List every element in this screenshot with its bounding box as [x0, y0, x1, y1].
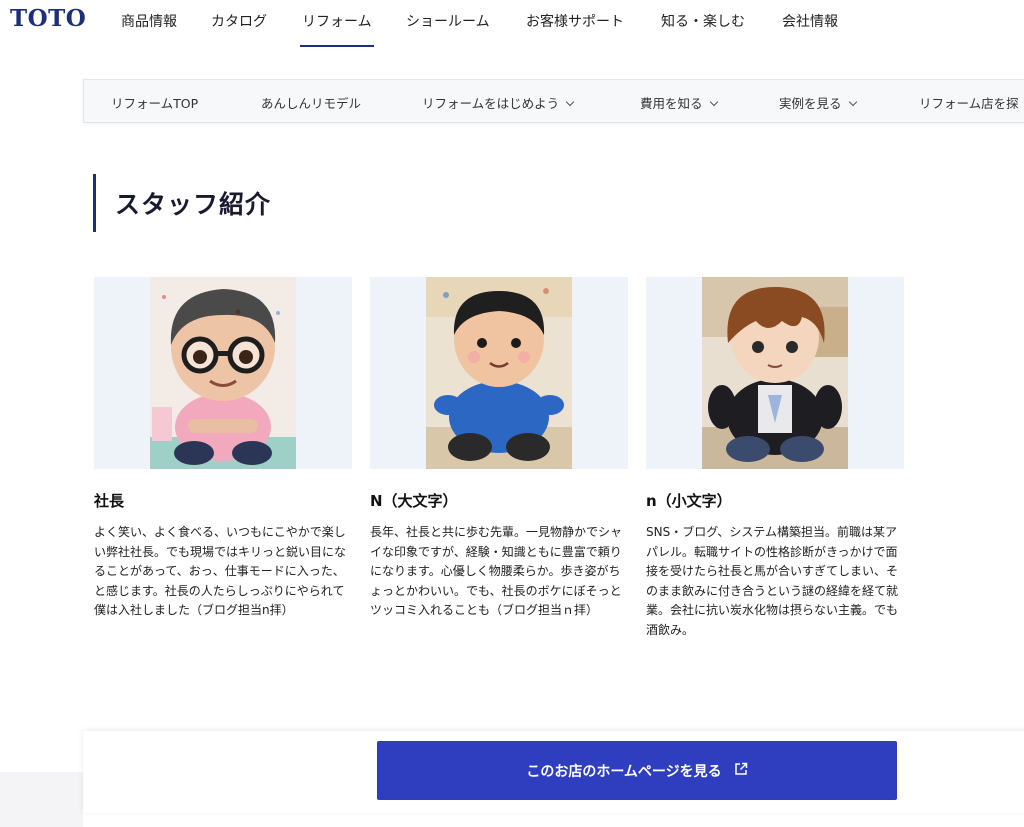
nav-item-products[interactable]: 商品情報	[121, 11, 177, 31]
title-accent-bar	[93, 174, 96, 232]
nav-item-company[interactable]: 会社情報	[782, 11, 838, 31]
reform-subnav: リフォームTOP あんしんリモデル リフォームをはじめよう 費用を知る 実例を見…	[83, 79, 1024, 123]
staff-description: SNS・ブログ、システム構築担当。前職は某アパレル。転職サイトの性格診断がきっか…	[646, 525, 899, 637]
plush-doll-black-jacket-illustration	[702, 277, 848, 469]
nav-item-support[interactable]: お客様サポート	[526, 11, 624, 31]
plush-doll-blue-shirt-illustration	[426, 277, 572, 469]
global-header: TOTO 商品情報 カタログ リフォーム ショールーム お客様サポート 知る・楽…	[0, 0, 1024, 47]
page-title: スタッフ紹介	[115, 190, 272, 219]
staff-card: 社長 よく笑い、よく食べる、いつもにこやかで楽しい弊社社長。でも現場ではキリっと…	[94, 277, 352, 621]
external-link-icon	[734, 762, 748, 780]
subnav-label: 費用を知る	[640, 96, 703, 111]
subnav-item-reform-top[interactable]: リフォームTOP	[111, 93, 198, 112]
chevron-down-icon	[848, 97, 857, 107]
staff-photo-n-upper	[370, 277, 628, 469]
staff-card: N（大文字） 長年、社長と共に歩む先輩。一見物静かでシャイな印象ですが、経験・知…	[370, 277, 628, 621]
staff-name: n（小文字）	[646, 492, 732, 510]
plush-doll-glasses-illustration	[150, 277, 296, 469]
nav-item-reform[interactable]: リフォーム	[300, 11, 374, 47]
toto-logo[interactable]: TOTO	[10, 5, 86, 32]
staff-name: 社長	[94, 492, 125, 510]
subnav-label: 実例を見る	[779, 96, 842, 111]
store-homepage-label: このお店のホームページを見る	[526, 763, 722, 780]
staff-description: 長年、社長と共に歩む先輩。一見物静かでシャイな印象ですが、経験・知識ともに豊富で…	[370, 525, 623, 617]
staff-description: よく笑い、よく食べる、いつもにこやかで楽しい弊社社長。でも現場ではキリっと鋭い目…	[94, 525, 347, 617]
chevron-down-icon	[565, 97, 575, 107]
subnav-item-find-store[interactable]: リフォーム店を探	[919, 93, 1019, 112]
staff-photo-president	[94, 277, 352, 469]
staff-name: N（大文字）	[370, 492, 458, 510]
subnav-item-anshin-remodel[interactable]: あんしんリモデル	[261, 93, 361, 112]
staff-card: n（小文字） SNS・ブログ、システム構築担当。前職は某アパレル。転職サイトの性…	[646, 277, 904, 640]
nav-item-enjoy[interactable]: 知る・楽しむ	[661, 11, 745, 31]
store-homepage-button[interactable]: このお店のホームページを見る	[377, 741, 897, 800]
subnav-item-costs[interactable]: 費用を知る	[640, 93, 718, 112]
footer-shade	[0, 772, 83, 827]
staff-photo-n-lower	[646, 277, 904, 469]
subnav-label: リフォームをはじめよう	[422, 96, 560, 111]
subnav-item-getting-started[interactable]: リフォームをはじめよう	[422, 93, 575, 112]
nav-item-showroom[interactable]: ショールーム	[406, 11, 490, 31]
subnav-item-examples[interactable]: 実例を見る	[779, 93, 857, 112]
chevron-down-icon	[709, 97, 718, 107]
nav-item-catalog[interactable]: カタログ	[211, 11, 267, 31]
